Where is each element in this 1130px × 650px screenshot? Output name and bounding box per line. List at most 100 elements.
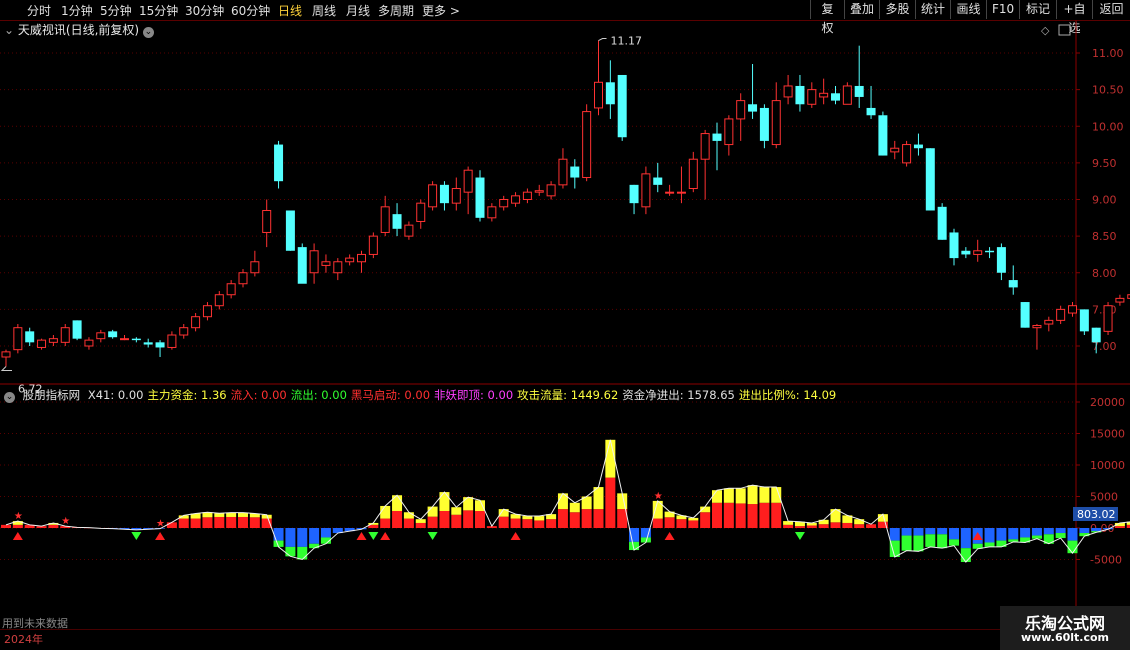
candle-body xyxy=(949,232,959,259)
candle-body xyxy=(214,294,224,307)
outflow-bar xyxy=(1091,528,1102,532)
outflow-bar xyxy=(984,528,995,543)
period-tab[interactable]: 周线 xyxy=(312,2,336,19)
toolbar-button[interactable]: 画线 xyxy=(950,0,986,19)
inflow-bar xyxy=(166,522,177,528)
candle-body xyxy=(499,199,509,208)
sell-signal-icon xyxy=(131,532,142,540)
candle-body xyxy=(108,331,118,338)
period-tab[interactable]: 分时 xyxy=(27,2,51,19)
period-tab[interactable]: 月线 xyxy=(346,2,370,19)
candle-body xyxy=(1056,308,1066,321)
outflow-bar xyxy=(937,528,948,535)
main-fund-bar xyxy=(913,535,924,552)
toolbar-button[interactable]: 多股 xyxy=(879,0,915,19)
candle-body xyxy=(617,74,627,138)
inflow-bar xyxy=(12,524,23,528)
price-tick-label: 10.50 xyxy=(1092,84,1124,97)
main-fund-bar xyxy=(735,488,746,504)
outflow-bar xyxy=(1020,528,1031,538)
inflow-bar xyxy=(178,518,189,528)
outflow-bar xyxy=(960,528,971,549)
outflow-bar xyxy=(901,528,912,536)
inflow-bar xyxy=(605,477,616,528)
toolbar-button[interactable]: 叠加 xyxy=(844,0,879,19)
candle-body xyxy=(285,210,295,251)
inflow-bar xyxy=(427,516,438,528)
inflow-bar xyxy=(1114,526,1125,528)
indicator-value: 主力资金: 1.36 xyxy=(147,388,227,402)
period-tab[interactable]: 30分钟 xyxy=(185,2,224,19)
high-label: 11.17 xyxy=(611,35,643,48)
candle-body xyxy=(238,272,248,285)
inflow-bar xyxy=(534,520,545,528)
main-fund-bar xyxy=(309,543,320,549)
inflow-bar xyxy=(439,510,450,528)
period-tab[interactable]: 60分钟 xyxy=(231,2,270,19)
period-tab[interactable]: 1分钟 xyxy=(61,2,93,19)
indicator-value: X41: 0.00 xyxy=(87,388,144,402)
candle-body xyxy=(996,247,1006,273)
candle-body xyxy=(688,158,698,190)
sell-signal-icon xyxy=(427,532,438,540)
candle-body xyxy=(274,144,284,182)
period-tab[interactable]: 日线 xyxy=(278,2,302,19)
inflow-bar xyxy=(652,518,663,528)
inflow-bar xyxy=(700,512,711,528)
candle-body xyxy=(890,147,900,153)
toolbar-button[interactable]: 标记 xyxy=(1019,0,1056,19)
inflow-bar xyxy=(214,516,225,528)
inflow-bar xyxy=(866,524,877,528)
candle-body xyxy=(167,334,177,348)
dropdown-icon[interactable]: ⌄ xyxy=(142,27,154,38)
candle-body xyxy=(131,338,141,341)
price-tick-label: 9.00 xyxy=(1092,194,1117,207)
candle-body xyxy=(724,118,734,146)
inflow-bar xyxy=(48,524,59,528)
candle-body xyxy=(321,261,331,266)
panel-menu-icon[interactable]: ⌄ xyxy=(4,23,14,37)
candle-body xyxy=(392,214,402,229)
main-fund-bar xyxy=(937,534,948,549)
candle-body xyxy=(570,166,580,178)
panel-menu-icon[interactable]: ⌄ xyxy=(4,392,15,403)
inflow-bar xyxy=(392,510,403,528)
period-tab[interactable]: 更多 > xyxy=(422,2,460,19)
main-fund-bar xyxy=(712,490,722,503)
period-tab[interactable]: 15分钟 xyxy=(139,2,178,19)
candle-body xyxy=(155,342,165,348)
candle-body xyxy=(748,104,758,112)
inflow-bar xyxy=(403,518,414,528)
main-fund-bar xyxy=(901,535,912,551)
price-panel-title: ⌄ 天威视讯(日线,前复权) ⌄ xyxy=(4,21,154,38)
outflow-bar xyxy=(309,528,320,544)
candle-body xyxy=(262,209,272,233)
candle-body xyxy=(783,85,793,98)
buy-signal-icon xyxy=(380,532,391,540)
inflow-bar xyxy=(593,509,604,528)
candle-body xyxy=(925,148,935,211)
toolbar-button[interactable]: 复权 xyxy=(810,0,844,35)
candle-body xyxy=(653,177,663,185)
period-tab[interactable]: 多周期 xyxy=(378,2,414,19)
candle-body xyxy=(665,191,675,194)
toolbar-button[interactable]: +自选 xyxy=(1056,0,1092,35)
candle-body xyxy=(534,190,544,193)
candle-body xyxy=(546,184,556,197)
toolbar-button[interactable]: 返回 xyxy=(1092,0,1130,19)
candle-body xyxy=(985,250,995,253)
inflow-bar xyxy=(842,522,853,528)
period-tab[interactable]: 5分钟 xyxy=(100,2,132,19)
inflow-bar xyxy=(854,524,865,528)
candle-body xyxy=(937,206,947,240)
outflow-bar xyxy=(889,528,900,541)
candle-body xyxy=(1044,319,1054,325)
main-fund-bar xyxy=(759,487,770,503)
candle-body xyxy=(475,177,485,218)
toolbar-button[interactable]: F10 xyxy=(986,0,1019,19)
main-fund-bar xyxy=(439,492,450,511)
candle-body xyxy=(676,191,686,194)
candle-body xyxy=(736,100,746,120)
indicator-tick-label: -5000 xyxy=(1090,554,1122,567)
toolbar-button[interactable]: 统计 xyxy=(915,0,950,19)
